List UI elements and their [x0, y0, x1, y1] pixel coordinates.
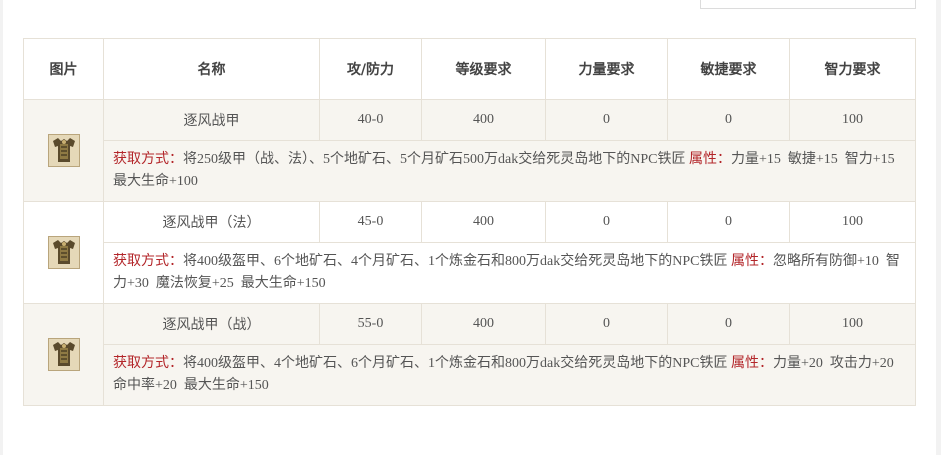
item-detail: 获取方式：将250级甲（战、法）、5个地矿石、5个月矿石500万dak交给死灵岛…: [103, 140, 916, 202]
attr-label: 属性：: [730, 254, 773, 269]
table-row: 逐风战甲（战） 55-0 400 0 0 100: [23, 303, 916, 406]
item-detail: 获取方式：将400级盔甲、6个地矿石、4个月矿石、1个炼金石和800万dak交给…: [103, 242, 916, 304]
left-frame: [0, 0, 3, 455]
table-row-detail: 获取方式：将250级甲（战、法）、5个地矿石、5个月矿石500万dak交给死灵岛…: [24, 140, 916, 202]
item-name: 逐风战甲: [103, 99, 320, 141]
equipment-table: 图片 名称 攻/防力 等级要求 力量要求 敏捷要求 智力要求 逐风战甲 40-0…: [23, 38, 916, 406]
armor-icon: [47, 338, 80, 371]
attr-label: 属性：: [730, 356, 773, 371]
item-level: 400: [421, 303, 546, 345]
item-dex: 0: [667, 303, 790, 345]
obtain-text: 将400级盔甲、6个地矿石、4个月矿石、1个炼金石和800万dak交给死灵岛地下…: [183, 254, 728, 269]
header-str: 力量要求: [545, 38, 668, 100]
obtain-text: 将400级盔甲、4个地矿石、6个月矿石、1个炼金石和800万dak交给死灵岛地下…: [183, 356, 728, 371]
obtain-label: 获取方式：: [113, 254, 183, 269]
item-name: 逐风战甲（法）: [103, 201, 320, 243]
item-atk-def: 45-0: [319, 201, 422, 243]
item-image-cell: [23, 201, 104, 304]
header-image: 图片: [23, 38, 104, 100]
item-dex: 0: [667, 201, 790, 243]
table-row: 逐风战甲 40-0 400 0 0 100: [23, 99, 916, 202]
armor-icon: [47, 236, 80, 269]
right-frame: [936, 0, 941, 455]
header-level: 等级要求: [421, 38, 546, 100]
item-str: 0: [545, 99, 668, 141]
header-atk-def: 攻/防力: [319, 38, 422, 100]
item-level: 400: [421, 201, 546, 243]
header-name: 名称: [103, 38, 320, 100]
item-int: 100: [789, 201, 916, 243]
obtain-text: 将250级甲（战、法）、5个地矿石、5个月矿石500万dak交给死灵岛地下的NP…: [183, 152, 686, 167]
table-row-detail: 获取方式：将400级盔甲、6个地矿石、4个月矿石、1个炼金石和800万dak交给…: [24, 242, 916, 304]
item-atk-def: 55-0: [319, 303, 422, 345]
armor-icon: [47, 134, 80, 167]
item-int: 100: [789, 303, 916, 345]
item-int: 100: [789, 99, 916, 141]
header-row: 图片 名称 攻/防力 等级要求 力量要求 敏捷要求 智力要求: [23, 38, 916, 100]
header-int: 智力要求: [789, 38, 916, 100]
search-box-edge[interactable]: [700, 0, 916, 9]
obtain-label: 获取方式：: [113, 356, 183, 371]
table-row: 逐风战甲（法） 45-0 400 0 0 100: [23, 201, 916, 304]
item-detail: 获取方式：将400级盔甲、4个地矿石、6个月矿石、1个炼金石和800万dak交给…: [103, 344, 916, 406]
item-str: 0: [545, 303, 668, 345]
item-image-cell: [23, 99, 104, 202]
header-dex: 敏捷要求: [667, 38, 790, 100]
item-atk-def: 40-0: [319, 99, 422, 141]
item-dex: 0: [667, 99, 790, 141]
item-image-cell: [23, 303, 104, 406]
obtain-label: 获取方式：: [113, 152, 183, 167]
item-level: 400: [421, 99, 546, 141]
table-row-detail: 获取方式：将400级盔甲、4个地矿石、6个月矿石、1个炼金石和800万dak交给…: [24, 344, 916, 406]
item-name: 逐风战甲（战）: [103, 303, 320, 345]
attr-label: 属性：: [688, 152, 731, 167]
item-str: 0: [545, 201, 668, 243]
